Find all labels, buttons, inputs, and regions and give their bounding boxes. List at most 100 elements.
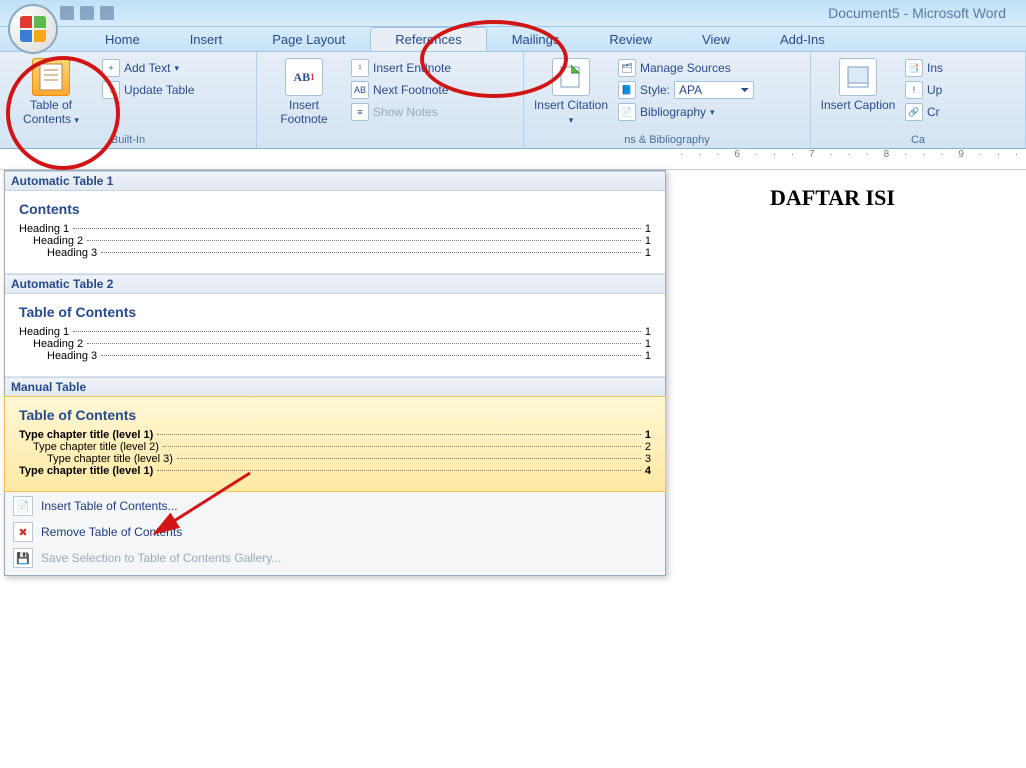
update-table-icon: ! <box>102 81 120 99</box>
citation-style-row: 📘 Style: APA <box>616 80 756 100</box>
insert-custom-toc-label: Insert Table of Contents... <box>41 499 178 513</box>
insert-footnote-button[interactable]: AB1 Insert Footnote <box>265 56 343 126</box>
toc-row: Heading 21 <box>19 338 651 350</box>
manage-sources-button[interactable]: 🗂 Manage Sources <box>616 58 756 78</box>
cross-reference-button[interactable]: 🔗 Cr <box>903 102 945 122</box>
next-footnote-button[interactable]: AB Next Footnote <box>349 80 459 100</box>
tab-insert[interactable]: Insert <box>165 27 248 51</box>
insert-endnote-button[interactable]: ¹ Insert Endnote <box>349 58 459 78</box>
gallery-auto2-label: Automatic Table 2 <box>5 274 665 294</box>
insert-caption-icon <box>839 58 877 96</box>
bibliography-button[interactable]: 📄 Bibliography <box>616 102 756 122</box>
insert-endnote-icon: ¹ <box>351 59 369 77</box>
insert-table-figures-label: Ins <box>927 61 943 75</box>
remove-toc-icon: ✖ <box>13 522 33 542</box>
group-footnotes: AB1 Insert Footnote ¹ Insert Endnote AB … <box>257 52 524 148</box>
insert-citation-button[interactable]: Insert Citation <box>532 56 610 126</box>
toc-row-label: Heading 3 <box>47 350 97 362</box>
update-caption-icon: ! <box>905 81 923 99</box>
toc-row-leader <box>87 343 641 344</box>
toc-row: Heading 31 <box>19 247 651 259</box>
table-figures-icon: 📑 <box>905 59 923 77</box>
next-footnote-label: Next Footnote <box>373 83 448 97</box>
table-of-contents-button[interactable]: Table of Contents <box>8 56 94 126</box>
update-table-button[interactable]: ! Update Table <box>100 80 197 100</box>
gallery-auto2-title: Table of Contents <box>19 304 651 320</box>
insert-footnote-label: Insert Footnote <box>280 98 327 126</box>
add-text-button[interactable]: + Add Text <box>100 58 197 78</box>
tab-mailings[interactable]: Mailings <box>487 27 585 51</box>
toc-row: Heading 11 <box>19 326 651 338</box>
office-button[interactable] <box>8 4 58 54</box>
toc-row-label: Type chapter title (level 1) <box>19 465 153 477</box>
group-citations: Insert Citation 🗂 Manage Sources 📘 Style… <box>524 52 811 148</box>
insert-citation-icon <box>552 58 590 96</box>
toc-row-label: Heading 3 <box>47 247 97 259</box>
toc-row: Type chapter title (level 1) 4 <box>19 465 651 477</box>
toc-row-label: Heading 1 <box>19 223 69 235</box>
save-toc-selection-label: Save Selection to Table of Contents Gall… <box>41 551 281 565</box>
toc-row-leader <box>157 470 641 471</box>
quick-access-toolbar[interactable] <box>60 6 114 20</box>
window-title: Document5 - Microsoft Word <box>828 5 1006 21</box>
insert-footnote-icon: AB1 <box>285 58 323 96</box>
gallery-manual-label: Manual Table <box>5 377 665 397</box>
undo-icon[interactable] <box>80 6 94 20</box>
bibliography-label: Bibliography <box>640 105 706 119</box>
ribbon: Table of Contents + Add Text ! Update Ta… <box>0 52 1026 149</box>
tab-review[interactable]: Review <box>584 27 677 51</box>
group-footnotes-label <box>265 132 515 148</box>
insert-custom-toc[interactable]: 📄 Insert Table of Contents... <box>5 493 665 519</box>
horizontal-ruler: · · · 6 · · · 7 · · · 8 · · · 9 · · · 10… <box>0 149 1026 170</box>
gallery-footer: 📄 Insert Table of Contents... ✖ Remove T… <box>5 491 665 575</box>
save-icon[interactable] <box>60 6 74 20</box>
toc-row: Type chapter title (level 2)2 <box>19 441 651 453</box>
tab-view[interactable]: View <box>677 27 755 51</box>
insert-table-figures-button[interactable]: 📑 Ins <box>903 58 945 78</box>
redo-icon[interactable] <box>100 6 114 20</box>
toc-row-label: Heading 2 <box>33 338 83 350</box>
next-footnote-icon: AB <box>351 81 369 99</box>
group-table-of-contents: Table of Contents + Add Text ! Update Ta… <box>0 52 257 148</box>
document-heading: DAFTAR ISI <box>770 185 895 211</box>
toc-row-page: 2 <box>645 441 651 453</box>
citation-style-select[interactable]: APA <box>674 81 754 99</box>
tab-home[interactable]: Home <box>80 27 165 51</box>
gallery-manual-preview[interactable]: Table of Contents Type chapter title (le… <box>4 396 666 492</box>
title-bar: Document5 - Microsoft Word <box>0 0 1026 27</box>
add-text-label: Add Text <box>124 61 170 75</box>
insert-endnote-label: Insert Endnote <box>373 61 451 75</box>
toc-row-page: 1 <box>645 429 651 441</box>
toc-gallery: Automatic Table 1 Contents Heading 11Hea… <box>4 170 666 576</box>
toc-row-leader <box>73 331 641 332</box>
tab-addins[interactable]: Add-Ins <box>755 27 850 51</box>
show-notes-label: Show Notes <box>373 105 438 119</box>
gallery-auto1-preview[interactable]: Contents Heading 11Heading 21Heading 31 <box>5 191 665 274</box>
tab-references[interactable]: References <box>370 27 486 51</box>
toc-row: Heading 11 <box>19 223 651 235</box>
tab-page-layout[interactable]: Page Layout <box>247 27 370 51</box>
insert-caption-label: Insert Caption <box>821 98 896 112</box>
group-captions: Insert Caption 📑 Ins ! Up 🔗 Cr Ca <box>811 52 1026 148</box>
toc-row: Type chapter title (level 1)1 <box>19 429 651 441</box>
toc-row-leader <box>177 458 641 459</box>
toc-row-leader <box>101 355 641 356</box>
gallery-auto1-label: Automatic Table 1 <box>5 171 665 191</box>
style-label: Style: <box>640 83 670 97</box>
update-caption-button[interactable]: ! Up <box>903 80 945 100</box>
document-area[interactable]: · · · 6 · · · 7 · · · 8 · · · 9 · · · 10… <box>0 149 1026 170</box>
update-table-label: Update Table <box>124 83 195 97</box>
office-logo-icon <box>20 16 46 42</box>
insert-caption-button[interactable]: Insert Caption <box>819 56 897 112</box>
style-icon: 📘 <box>618 81 636 99</box>
remove-toc[interactable]: ✖ Remove Table of Contents <box>5 519 665 545</box>
toc-row: Heading 31 <box>19 350 651 362</box>
gallery-auto2-preview[interactable]: Table of Contents Heading 11Heading 21He… <box>5 294 665 377</box>
toc-row-page: 4 <box>645 465 651 477</box>
show-notes-icon: ≡ <box>351 103 369 121</box>
table-of-contents-icon <box>32 58 70 96</box>
toc-row-page: 1 <box>645 326 651 338</box>
update-caption-label: Up <box>927 83 942 97</box>
toc-row-label: Type chapter title (level 3) <box>47 453 173 465</box>
gallery-manual-title: Table of Contents <box>19 407 651 423</box>
